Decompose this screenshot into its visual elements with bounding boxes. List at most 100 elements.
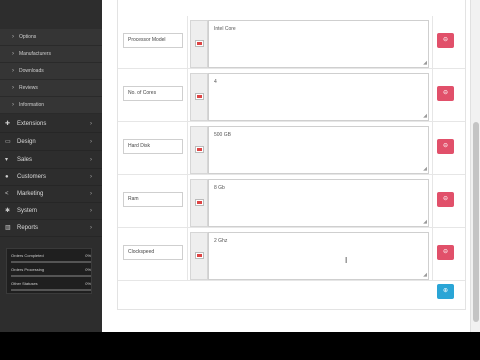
puzzle-icon: ✚ [5, 121, 11, 127]
resize-grip-icon[interactable]: ◢ [423, 60, 427, 66]
sidebar-item-design[interactable]: ▭ Design › [0, 134, 102, 151]
stat-label: Orders Processing [11, 267, 45, 272]
chevron-right-icon: › [12, 102, 14, 108]
attribute-row: No. of Cores 4 ◢ ⊖ [118, 69, 465, 122]
attribute-name-input[interactable]: Hard Disk [123, 139, 183, 154]
sidebar-item-label: Sales [17, 157, 33, 163]
sidebar-item-reports[interactable]: ▥ Reports › [0, 220, 102, 237]
language-flag-addon [190, 73, 208, 121]
uk-flag-icon [196, 94, 203, 99]
remove-attribute-button[interactable]: ⊖ [437, 192, 454, 207]
chevron-right-icon: › [90, 225, 92, 231]
stat-orders-completed: Orders Completed 0% [11, 253, 91, 265]
attribute-name-input[interactable]: No. of Cores [123, 86, 183, 101]
main-content: Processor Model Intel Core ◢ ⊖ No. of Co… [102, 0, 480, 332]
attribute-value-text: Intel Core [214, 26, 236, 32]
remove-attribute-button[interactable]: ⊖ [437, 139, 454, 154]
sidebar-subitem-information[interactable]: › Information [0, 97, 102, 114]
bar-chart-icon: ▥ [5, 225, 11, 231]
attribute-value-cell: 8 Gb ◢ [188, 175, 433, 228]
language-flag-addon [190, 179, 208, 227]
chevron-right-icon: › [90, 139, 92, 145]
sidebar-subitem-label: Manufacturers [19, 51, 51, 57]
resize-grip-icon[interactable]: ◢ [423, 272, 427, 278]
attribute-value-textarea[interactable]: 2 Ghz ◢ [208, 232, 429, 280]
remove-attribute-button[interactable]: ⊖ [437, 245, 454, 260]
sidebar-item-extensions[interactable]: ✚ Extensions › [0, 116, 102, 133]
remove-attribute-button[interactable]: ⊖ [437, 33, 454, 48]
add-action-cell: ⊕ [433, 281, 465, 303]
sidebar-item-label: Design [17, 139, 36, 145]
attribute-name-input[interactable]: Processor Model [123, 33, 183, 48]
vertical-scrollbar[interactable] [470, 0, 480, 332]
minus-circle-icon: ⊖ [442, 90, 449, 96]
language-flag-addon [190, 232, 208, 280]
attribute-value-text: 500 GB [214, 132, 231, 138]
stat-progress-bar [11, 275, 91, 277]
attribute-value-textarea[interactable]: 4 ◢ [208, 73, 429, 121]
attribute-value-textarea[interactable]: 500 GB ◢ [208, 126, 429, 174]
attribute-name-input[interactable]: Clockspeed [123, 245, 183, 260]
attribute-value-text: 4 [214, 79, 217, 85]
attribute-value-cell: 500 GB ◢ [188, 122, 433, 175]
order-stats-panel: Orders Completed 0% Orders Processing 0%… [6, 248, 92, 294]
sidebar-subitem-reviews[interactable]: › Reviews [0, 80, 102, 97]
sidebar-subitem-label: Downloads [19, 68, 44, 74]
sidebar-subitem-manufacturers[interactable]: › Manufacturers [0, 46, 102, 63]
stat-label: Orders Completed [11, 253, 44, 258]
attribute-value-textarea[interactable]: Intel Core ◢ [208, 20, 429, 68]
resize-grip-icon[interactable]: ◢ [423, 166, 427, 172]
minus-circle-icon: ⊖ [442, 143, 449, 149]
scrollbar-thumb[interactable] [473, 122, 479, 322]
sidebar-item-label: System [17, 208, 38, 214]
attribute-name-cell: Clockspeed [118, 228, 188, 281]
remove-attribute-button[interactable]: ⊖ [437, 86, 454, 101]
chevron-right-icon: › [12, 85, 14, 91]
chevron-right-icon: › [90, 157, 92, 163]
sidebar-subitem-options[interactable]: › Options [0, 29, 102, 46]
sidebar-subitem-label: Reviews [19, 85, 38, 91]
attribute-row: Hard Disk 500 GB ◢ ⊖ [118, 122, 465, 175]
text-cursor-icon: I [345, 256, 348, 265]
attribute-value-textarea[interactable]: 8 Gb ◢ [208, 179, 429, 227]
attribute-action-cell: ⊖ [433, 175, 465, 228]
sidebar-subitem-label: Information [19, 102, 45, 108]
attribute-value-cell: 2 Ghz ◢ [188, 228, 433, 281]
uk-flag-icon [196, 200, 203, 205]
attribute-row: Processor Model Intel Core ◢ ⊖ [118, 16, 465, 69]
attribute-row: Ram 8 Gb ◢ ⊖ [118, 175, 465, 228]
stat-progress-bar [11, 261, 91, 263]
sidebar-item-label: Reports [17, 225, 39, 231]
sidebar-item-sales[interactable]: ▾ Sales › [0, 152, 102, 169]
sidebar-subitem-downloads[interactable]: › Downloads [0, 63, 102, 80]
sidebar-item-system[interactable]: ✱ System › [0, 203, 102, 220]
sidebar-item-customers[interactable]: ● Customers › [0, 169, 102, 186]
sidebar: › Options › Manufacturers › Downloads › … [0, 0, 102, 332]
chevron-right-icon: › [12, 34, 14, 40]
letterbox-bar [0, 332, 480, 360]
attribute-action-cell: ⊖ [433, 69, 465, 122]
stat-value: 0% [85, 253, 91, 258]
sidebar-item-marketing[interactable]: < Marketing › [0, 186, 102, 203]
resize-grip-icon[interactable]: ◢ [423, 219, 427, 225]
stat-other-statuses: Other Statuses 0% [11, 281, 91, 293]
resize-grip-icon[interactable]: ◢ [423, 113, 427, 119]
attribute-action-cell: ⊖ [433, 16, 465, 69]
language-flag-addon [190, 20, 208, 68]
sidebar-subitem-label: Options [19, 34, 37, 40]
attribute-name-cell: Hard Disk [118, 122, 188, 175]
sidebar-item-label: Extensions [17, 121, 47, 127]
minus-circle-icon: ⊖ [442, 37, 449, 43]
attribute-action-cell: ⊖ [433, 122, 465, 175]
stat-value: 0% [85, 281, 91, 286]
attribute-row: Clockspeed 2 Ghz ◢ ⊖ [118, 228, 465, 281]
attribute-name-input[interactable]: Ram [123, 192, 183, 207]
minus-circle-icon: ⊖ [442, 196, 449, 202]
cart-icon: ▾ [5, 157, 9, 163]
minus-circle-icon: ⊖ [442, 249, 449, 255]
stat-label: Other Statuses [11, 281, 38, 286]
add-attribute-button[interactable]: ⊕ [437, 284, 454, 299]
plus-circle-icon: ⊕ [442, 288, 449, 294]
attribute-value-cell: 4 ◢ [188, 69, 433, 122]
chevron-right-icon: › [12, 51, 14, 57]
